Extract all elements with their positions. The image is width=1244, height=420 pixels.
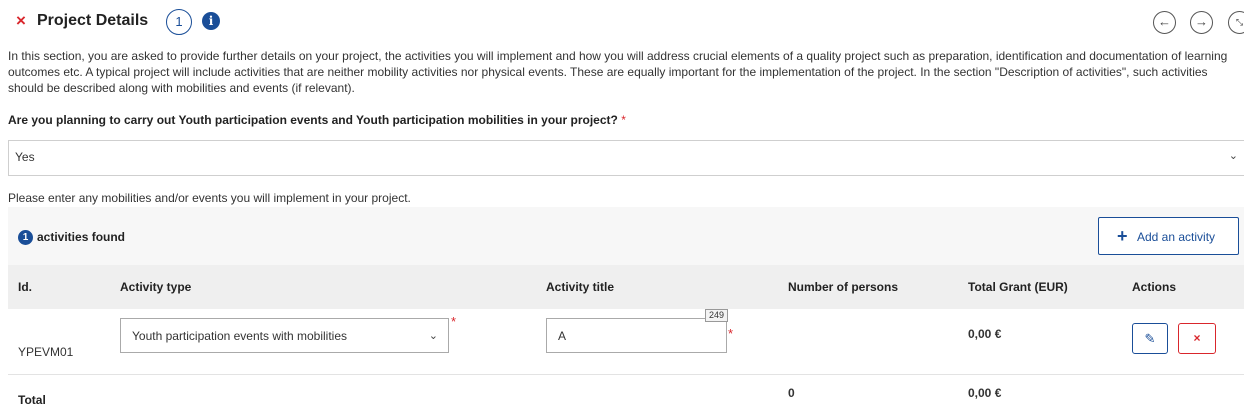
required-asterisk: * xyxy=(621,113,626,127)
required-asterisk: * xyxy=(451,314,457,329)
add-activity-button[interactable]: + Add an activity xyxy=(1098,217,1239,255)
participation-select-value: Yes xyxy=(15,150,35,164)
table-row: YPEVM01 Youth participation events with … xyxy=(8,309,1244,375)
pencil-icon: ✎ xyxy=(1144,331,1156,346)
add-activity-label: Add an activity xyxy=(1137,230,1216,244)
column-header-total-grant: Total Grant (EUR) xyxy=(968,280,1068,294)
question-text: Are you planning to carry out Youth part… xyxy=(8,113,618,127)
column-header-id: Id. xyxy=(18,280,32,294)
required-asterisk: * xyxy=(728,326,734,341)
section-title: Project Details xyxy=(37,12,149,29)
section-header: × Project Details 1 i ← → ⤡ xyxy=(0,0,1244,44)
activities-panel: 1 activities found + Add an activity Id.… xyxy=(8,207,1244,420)
total-persons: 0 xyxy=(788,386,795,400)
total-grant: 0,00 € xyxy=(968,386,1002,400)
previous-section-button[interactable]: ← xyxy=(1153,11,1176,34)
total-label: Total xyxy=(18,393,46,407)
plus-icon: + xyxy=(1117,226,1128,246)
info-icon[interactable]: i xyxy=(202,12,220,30)
character-count-badge: 249 xyxy=(705,309,729,322)
column-header-activity-title: Activity title xyxy=(546,280,615,294)
chevron-down-icon: ⌄ xyxy=(1228,150,1238,162)
activities-toolbar: 1 activities found + Add an activity xyxy=(8,207,1244,265)
column-header-actions: Actions xyxy=(1132,280,1177,294)
activities-table-header: Id. Activity type Activity title Number … xyxy=(8,265,1244,309)
activities-count-badge: 1 xyxy=(18,230,33,245)
activity-type-select[interactable]: Youth participation events with mobiliti… xyxy=(120,318,449,353)
activities-hint-text: Please enter any mobilities and/or event… xyxy=(8,191,411,205)
chevron-down-icon: ⌄ xyxy=(428,330,438,342)
question-label: Are you planning to carry out Youth part… xyxy=(8,112,626,128)
expand-icon[interactable]: ⤡ xyxy=(1228,11,1244,34)
section-intro-text: In this section, you are asked to provid… xyxy=(8,49,1228,95)
participation-select[interactable]: Yes ⌄ xyxy=(8,140,1244,176)
edit-activity-button[interactable]: ✎ xyxy=(1132,323,1168,354)
column-header-number-of-persons: Number of persons xyxy=(788,280,899,294)
activities-count-text: activities found xyxy=(37,230,126,244)
next-section-button[interactable]: → xyxy=(1190,11,1213,34)
activity-type-value: Youth participation events with mobiliti… xyxy=(132,329,348,343)
column-header-activity-type: Activity type xyxy=(120,280,192,294)
activity-title-input[interactable]: A xyxy=(546,318,727,353)
step-number-badge: 1 xyxy=(166,9,192,35)
error-x-icon: × xyxy=(16,11,26,30)
activity-id: YPEVM01 xyxy=(18,345,74,359)
activity-total-grant: 0,00 € xyxy=(968,327,1002,341)
delete-activity-button[interactable]: × xyxy=(1178,323,1216,354)
delete-x-icon: × xyxy=(1193,331,1201,345)
table-total-row: Total 0 0,00 € xyxy=(8,375,1244,420)
activity-title-value: A xyxy=(558,329,567,343)
